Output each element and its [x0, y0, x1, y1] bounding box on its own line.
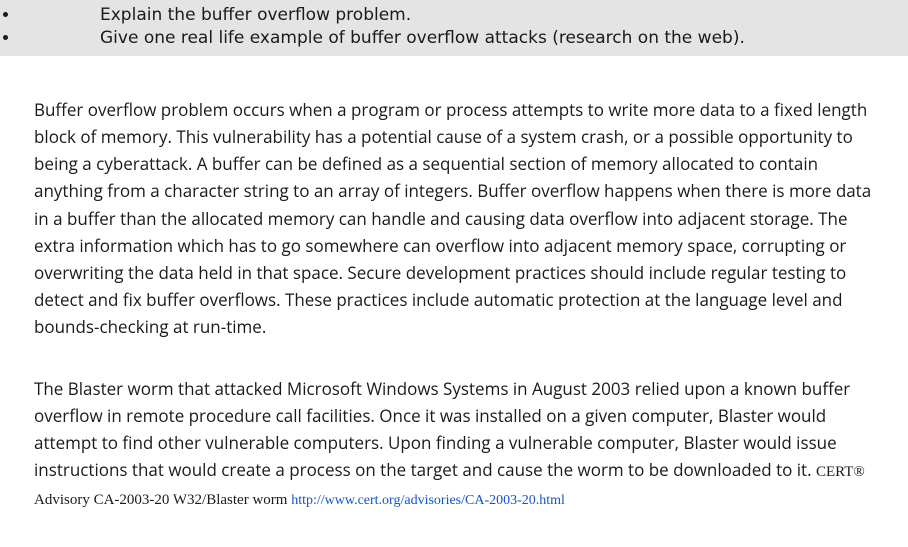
prompt-item-2: Give one real life example of buffer ove…: [20, 27, 908, 50]
question-prompt: Explain the buffer overflow problem. Giv…: [0, 0, 908, 56]
prompt-item-1: Explain the buffer overflow problem.: [20, 4, 908, 27]
citation-link[interactable]: http://www.cert.org/advisories/CA-2003-2…: [291, 493, 565, 508]
answer-paragraph-2-text: The Blaster worm that attacked Microsoft…: [34, 377, 850, 482]
prompt-list: Explain the buffer overflow problem. Giv…: [0, 4, 908, 50]
answer-paragraph-1: Buffer overflow problem occurs when a pr…: [34, 96, 874, 341]
answer-content: Buffer overflow problem occurs when a pr…: [0, 56, 874, 513]
answer-paragraph-2: The Blaster worm that attacked Microsoft…: [34, 375, 874, 513]
